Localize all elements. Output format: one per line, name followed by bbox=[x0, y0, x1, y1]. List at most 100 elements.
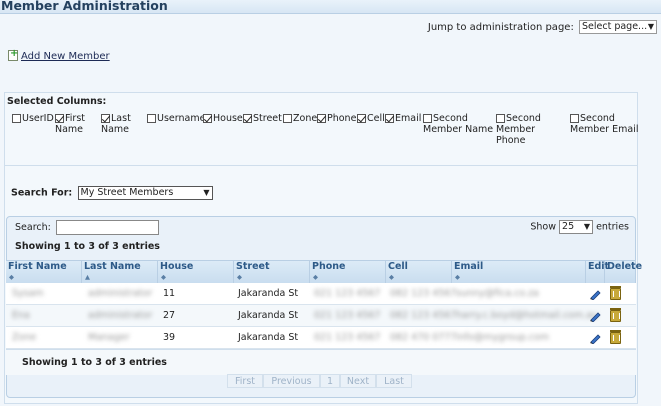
column-header-phone[interactable]: Phone ◆ bbox=[310, 261, 386, 283]
column-option-label: Second bbox=[506, 113, 541, 124]
column-option-label: Phone bbox=[496, 135, 526, 146]
divider bbox=[4, 165, 638, 166]
column-checkbox-userid[interactable] bbox=[12, 114, 21, 123]
table-info-bottom: Showing 1 to 3 of 3 entries bbox=[22, 357, 167, 368]
column-header-street[interactable]: Street ◆ bbox=[234, 261, 310, 283]
cell-house: 27 bbox=[163, 310, 176, 321]
column-header-email[interactable]: Email ◆ bbox=[452, 261, 586, 283]
cell-street: Jakaranda St bbox=[238, 288, 299, 299]
selected-columns-label: Selected Columns: bbox=[7, 96, 107, 107]
chevron-down-icon: ▼ bbox=[583, 222, 591, 231]
column-option-userid: UserID bbox=[12, 113, 54, 124]
pencil-icon[interactable] bbox=[589, 310, 601, 322]
cell-first: Sysam bbox=[12, 288, 44, 299]
column-checkbox-cell[interactable] bbox=[357, 114, 366, 123]
page-title: Member Administration bbox=[1, 0, 168, 13]
column-checkbox-second-member-phone[interactable] bbox=[496, 114, 505, 123]
column-checkbox-second-member-name[interactable] bbox=[423, 114, 432, 123]
column-checkbox-username[interactable] bbox=[147, 114, 156, 123]
search-for-select[interactable]: My Street Members ▼ bbox=[77, 186, 213, 200]
cell-street: Jakaranda St bbox=[238, 310, 299, 321]
column-header-edit: Edit bbox=[586, 261, 609, 283]
pager-1-button[interactable]: 1 bbox=[320, 374, 340, 388]
pager-last-button[interactable]: Last bbox=[376, 374, 412, 388]
show-entries: Show 25 ▼ entries bbox=[530, 220, 629, 234]
column-checkbox-house[interactable] bbox=[203, 114, 212, 123]
trash-icon[interactable] bbox=[610, 308, 621, 322]
column-option-username: Username bbox=[147, 113, 205, 124]
chevron-down-icon: ▼ bbox=[203, 188, 210, 197]
add-page-icon[interactable] bbox=[8, 48, 18, 61]
entries-label: entries bbox=[596, 221, 629, 233]
cell-first: Zone bbox=[12, 332, 37, 343]
column-header-cell[interactable]: Cell ◆ bbox=[386, 261, 452, 283]
sort-both-icon: ◆ bbox=[237, 273, 242, 281]
search-input[interactable] bbox=[55, 220, 159, 235]
entries-select[interactable]: 25 ▼ bbox=[559, 220, 594, 234]
column-option-label: House bbox=[213, 113, 243, 124]
jump-to-page: Jump to administration page: Select page… bbox=[428, 20, 657, 34]
column-option-label: Phone bbox=[327, 113, 357, 124]
column-option-label: Member Name bbox=[423, 124, 494, 135]
add-new-member-link[interactable]: Add New Member bbox=[21, 51, 110, 62]
trash-icon[interactable] bbox=[610, 286, 621, 300]
column-option-label: Second bbox=[580, 113, 615, 124]
pencil-icon[interactable] bbox=[589, 288, 601, 300]
cell-email: harry.c.boyd@hotmail.com.au bbox=[456, 310, 599, 321]
column-option-label: Zone bbox=[293, 113, 318, 124]
cell-phone: 021 123 4567 bbox=[314, 288, 381, 299]
column-checkbox-email[interactable] bbox=[385, 114, 394, 123]
search-label: Search: bbox=[15, 222, 51, 233]
sort-both-icon: ◆ bbox=[9, 273, 14, 281]
column-option-label: Last bbox=[111, 113, 131, 124]
column-checkbox-street[interactable] bbox=[243, 114, 252, 123]
column-option-first-name: First Name bbox=[55, 113, 85, 135]
column-header-delete: Delete bbox=[605, 261, 642, 283]
pencil-icon[interactable] bbox=[589, 332, 601, 344]
cell-phone: 021 123 4567 bbox=[314, 332, 381, 343]
sort-both-icon: ◆ bbox=[455, 273, 460, 281]
column-checkbox-zone[interactable] bbox=[283, 114, 292, 123]
trash-icon[interactable] bbox=[610, 330, 621, 344]
column-option-label: Name bbox=[55, 124, 84, 135]
cell-last: Manager bbox=[88, 332, 130, 343]
column-option-phone: Phone bbox=[317, 113, 356, 124]
column-option-house: House bbox=[203, 113, 243, 124]
column-option-second-member-phone: Second Member Phone bbox=[496, 113, 541, 146]
column-checkbox-second-member-email[interactable] bbox=[570, 114, 579, 123]
cell-cell: 082 470 0777 bbox=[390, 332, 457, 343]
column-checkbox-first-name[interactable] bbox=[55, 114, 64, 123]
jump-select[interactable]: Select page... ▼ bbox=[579, 20, 657, 34]
column-header-first-name[interactable]: First Name ◆ bbox=[6, 261, 82, 283]
search-for: Search For: My Street Members ▼ bbox=[11, 186, 213, 200]
column-header-last-name[interactable]: Last Name ▲ bbox=[82, 261, 158, 283]
column-checkbox-phone[interactable] bbox=[317, 114, 326, 123]
cell-house: 11 bbox=[163, 288, 176, 299]
pager-first-button[interactable]: First bbox=[227, 374, 263, 388]
column-option-label: Street bbox=[253, 113, 282, 124]
column-header-house[interactable]: House ◆ bbox=[158, 261, 234, 283]
title-bar: Member Administration bbox=[0, 0, 661, 14]
column-option-label: Email bbox=[395, 113, 422, 124]
column-option-label: First bbox=[65, 113, 85, 124]
column-option-label: Member Email bbox=[570, 124, 639, 135]
column-option-second-member-email: Second Member Email bbox=[570, 113, 638, 135]
column-option-label: Cell bbox=[367, 113, 385, 124]
chevron-down-icon: ▼ bbox=[647, 22, 654, 31]
table-row: Sysam administrator 11 Jakaranda St 021 123 … bbox=[6, 283, 636, 305]
column-checkbox-last-name[interactable] bbox=[101, 114, 110, 123]
add-member: Add New Member bbox=[8, 48, 110, 62]
cell-first: Ena bbox=[12, 310, 30, 321]
column-option-last-name: Last Name bbox=[101, 113, 131, 135]
pager-previous-button[interactable]: Previous bbox=[263, 374, 320, 388]
cell-cell: 082 123 4567 bbox=[390, 288, 457, 299]
sort-both-icon: ◆ bbox=[313, 273, 318, 281]
table-row: Zone Manager 39 Jakaranda St 021 123 4567 082… bbox=[6, 327, 636, 349]
cell-phone: 021 123 4567 bbox=[314, 310, 381, 321]
cell-street: Jakaranda St bbox=[238, 332, 299, 343]
cell-last: administrator bbox=[88, 310, 153, 321]
pager-next-button[interactable]: Next bbox=[340, 374, 376, 388]
cell-email: sunny@fica.co.za bbox=[456, 288, 539, 299]
sort-both-icon: ◆ bbox=[161, 273, 166, 281]
column-option-street: Street bbox=[243, 113, 282, 124]
